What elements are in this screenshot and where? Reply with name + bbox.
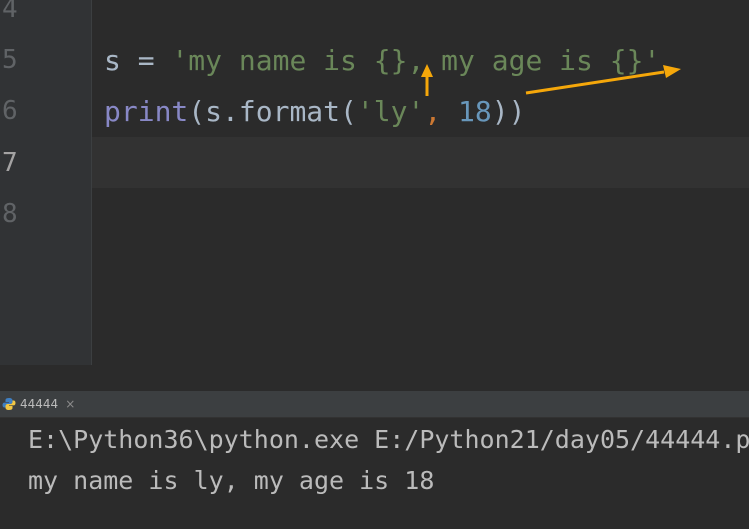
code-line-6[interactable]: print(s.format('ly', 18)) — [104, 95, 525, 129]
console-line-output: my name is ly, my age is 18 — [28, 466, 435, 495]
call-open: (s.format( — [188, 95, 357, 128]
line-number-gutter: 4 5 6 7 8 — [0, 0, 92, 365]
run-tool-window-tabbar: 44444 × — [0, 391, 749, 418]
string-argument: 'ly' — [356, 95, 425, 128]
close-icon[interactable]: × — [65, 397, 75, 411]
run-tab[interactable]: 44444 × — [0, 391, 81, 417]
code-line-5[interactable]: s = 'my name is {}, my age is {}' — [104, 44, 660, 78]
current-line-highlight — [92, 137, 749, 188]
variable-name: s — [104, 44, 121, 77]
line-number: 8 — [2, 199, 18, 229]
line-number: 4 — [2, 0, 18, 24]
console-line-command: E:\Python36\python.exe E:/Python21/day05… — [28, 425, 749, 454]
run-tab-label: 44444 — [20, 397, 59, 411]
string-literal: 'my name is {}, my age is {}' — [171, 44, 661, 77]
run-console-output[interactable]: E:\Python36\python.exe E:/Python21/day05… — [0, 418, 749, 529]
line-number-current: 7 — [2, 148, 18, 178]
python-icon — [2, 398, 16, 410]
comma-separator: , — [424, 95, 459, 128]
line-number: 6 — [2, 96, 18, 126]
builtin-function: print — [104, 95, 189, 128]
line-number: 5 — [2, 45, 18, 75]
code-editor[interactable]: 4 5 6 7 8 s = 'my name is {}, my age is … — [0, 0, 749, 365]
assign-operator: = — [120, 44, 172, 77]
call-close: )) — [491, 95, 526, 128]
number-argument: 18 — [458, 95, 492, 128]
